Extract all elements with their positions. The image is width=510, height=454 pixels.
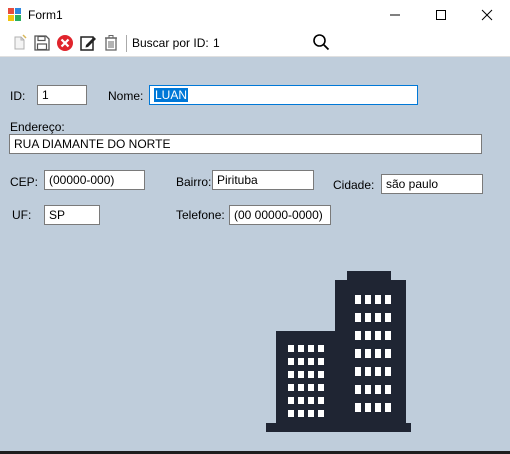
id-label: ID:: [10, 89, 26, 103]
maximize-button[interactable]: [418, 0, 464, 30]
building-icon: [266, 271, 411, 432]
edit-icon[interactable]: [79, 34, 97, 52]
bairro-field[interactable]: Pirituba: [212, 170, 314, 190]
endereco-label: Endereço:: [10, 120, 65, 134]
toolbar: Buscar por ID: 1: [0, 30, 510, 57]
minimize-icon: [390, 14, 400, 16]
bairro-label: Bairro:: [176, 175, 212, 189]
form-window: Form1 Buscar por ID: 1 ID: 1 Nome: LUAN …: [0, 0, 510, 454]
minimize-button[interactable]: [372, 0, 418, 30]
delete-icon[interactable]: [56, 34, 74, 52]
nome-field-value: LUAN: [154, 88, 189, 102]
id-field[interactable]: 1: [37, 85, 87, 105]
maximize-icon: [436, 10, 446, 20]
new-icon[interactable]: [11, 34, 29, 52]
nome-label: Nome:: [108, 89, 144, 103]
close-icon: [481, 9, 493, 21]
endereco-field[interactable]: RUA DIAMANTE DO NORTE: [9, 134, 482, 154]
cep-label: CEP:: [10, 175, 39, 189]
cidade-label: Cidade:: [333, 178, 375, 192]
cep-field[interactable]: (00000-000): [44, 170, 145, 190]
app-icon: [8, 8, 21, 21]
search-label: Buscar por ID:: [132, 36, 209, 50]
form-panel: ID: 1 Nome: LUAN Endereço: RUA DIAMANTE …: [0, 57, 510, 454]
telefone-label: Telefone:: [176, 208, 225, 222]
nome-field[interactable]: LUAN: [149, 85, 418, 105]
trash-icon[interactable]: [102, 34, 120, 52]
cidade-field[interactable]: são paulo: [381, 174, 483, 194]
search-id-value[interactable]: 1: [213, 36, 220, 50]
uf-field[interactable]: SP: [44, 205, 100, 225]
title-bar: Form1: [0, 0, 510, 30]
telefone-field[interactable]: (00 00000-0000): [229, 205, 331, 225]
search-icon[interactable]: [312, 33, 330, 51]
save-icon[interactable]: [33, 34, 51, 52]
toolbar-separator: [126, 35, 127, 52]
window-title: Form1: [28, 8, 63, 22]
close-button[interactable]: [464, 0, 510, 30]
uf-label: UF:: [12, 208, 32, 222]
